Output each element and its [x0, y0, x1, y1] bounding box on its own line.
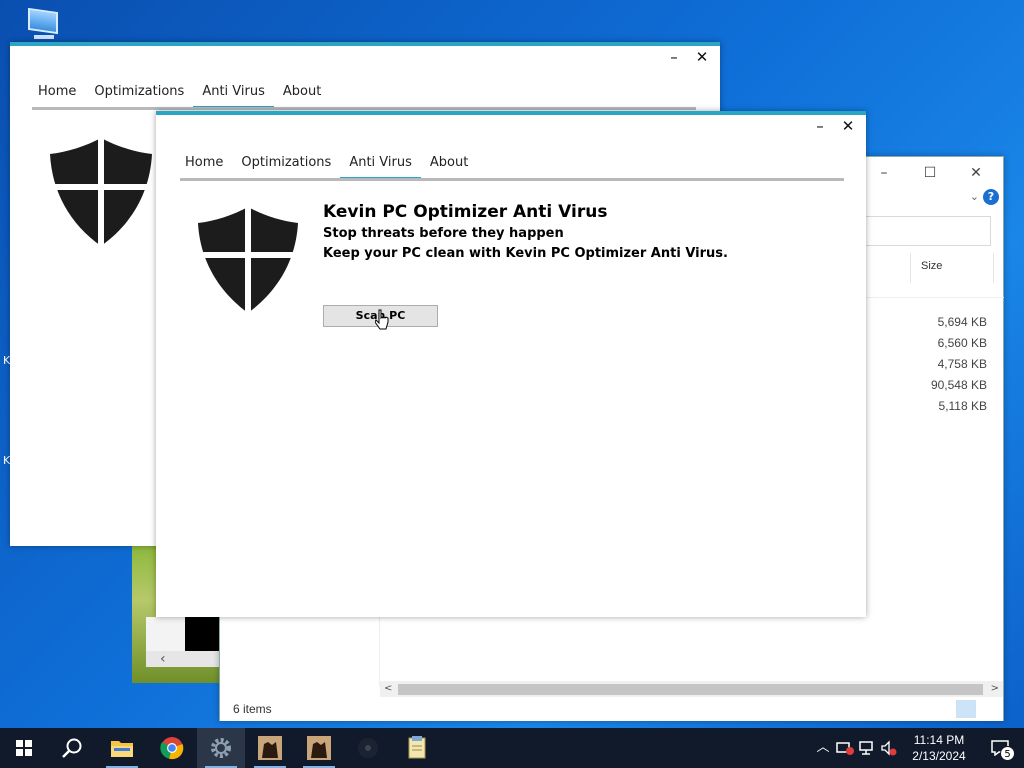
notepad-files-icon[interactable] [393, 728, 441, 768]
list-item[interactable]: 4,758 KB [931, 357, 987, 378]
mouse-cursor-icon [375, 309, 389, 330]
scroll-left-arrow-icon[interactable]: ‹ [146, 651, 220, 667]
column-header-size[interactable]: Size [910, 253, 994, 283]
list-item[interactable]: 90,548 KB [931, 378, 987, 399]
tab-optimizations[interactable]: Optimizations [85, 83, 193, 107]
network-icon[interactable] [856, 728, 878, 768]
file-size-list: 5,694 KB 6,560 KB 4,758 KB 90,548 KB 5,1… [931, 315, 987, 420]
horizontal-scrollbar[interactable]: < > [380, 681, 1003, 697]
tab-optimizations[interactable]: Optimizations [232, 154, 340, 178]
help-icon[interactable]: ? [983, 189, 999, 205]
pinned-app-icon[interactable] [295, 728, 343, 768]
image-thumbnail-panel: ‹ [146, 617, 220, 667]
minimize-button[interactable]: – [861, 159, 907, 187]
clock[interactable]: 11:14 PM 2/13/2024 [904, 732, 974, 764]
close-button[interactable]: ✕ [840, 117, 856, 135]
chevron-up-icon[interactable]: ︿ [812, 728, 834, 768]
tab-about[interactable]: About [274, 83, 330, 107]
file-explorer-icon[interactable] [98, 728, 146, 768]
navigation-pane [220, 617, 380, 687]
details-view-icon[interactable] [956, 700, 976, 718]
tagline: Keep your PC clean with Kevin PC Optimiz… [323, 246, 728, 261]
shield-icon [50, 138, 152, 246]
nav-divider [180, 178, 844, 181]
list-item[interactable]: 6,560 KB [931, 336, 987, 357]
minimize-button[interactable]: – [812, 117, 828, 135]
item-count: 6 items [233, 702, 272, 716]
status-bar: 6 items [220, 697, 1003, 721]
scroll-right-arrow-icon[interactable]: > [991, 681, 999, 697]
nav-divider [32, 107, 696, 110]
maximize-button[interactable]: ☐ [907, 159, 953, 187]
volume-muted-icon[interactable] [878, 728, 900, 768]
chevron-down-icon[interactable]: ⌄ [970, 190, 979, 203]
main-nav: Home Optimizations Anti Virus About [176, 154, 477, 180]
large-icons-view-icon[interactable] [979, 700, 999, 718]
pinned-app-icon[interactable] [246, 728, 294, 768]
settings-gear-icon[interactable] [197, 728, 245, 768]
header-divider [860, 297, 1004, 298]
antivirus-window[interactable]: – ✕ Home Optimizations Anti Virus About … [156, 111, 866, 617]
column-header-label: Size [921, 260, 943, 272]
search-input[interactable] [860, 216, 991, 246]
subtitle: Stop threats before they happen [323, 226, 564, 241]
clock-date: 2/13/2024 [912, 749, 966, 763]
scroll-left-arrow-icon[interactable]: < [384, 681, 392, 697]
clock-time: 11:14 PM [913, 733, 965, 747]
close-button[interactable]: ✕ [694, 48, 710, 66]
this-pc-desktop-icon[interactable] [26, 7, 60, 40]
chrome-icon[interactable] [148, 728, 196, 768]
minimize-button[interactable]: – [666, 48, 682, 66]
search-icon[interactable] [48, 728, 96, 768]
start-icon[interactable] [0, 728, 48, 768]
notification-badge: 5 [1000, 746, 1015, 761]
media-icon[interactable] [344, 728, 392, 768]
system-tray: ︿ [812, 728, 900, 768]
tab-anti-virus[interactable]: Anti Virus [340, 154, 421, 180]
tab-home[interactable]: Home [29, 83, 85, 107]
image-thumbnail[interactable] [185, 617, 219, 651]
list-item[interactable]: 5,694 KB [931, 315, 987, 336]
close-button[interactable]: ✕ [953, 159, 999, 187]
tab-about[interactable]: About [421, 154, 477, 178]
notification-center-icon[interactable]: 5 [980, 728, 1020, 768]
tab-home[interactable]: Home [176, 154, 232, 178]
taskbar: ︿ 11:14 PM 2/13/2024 5 [0, 728, 1024, 768]
shield-icon [198, 207, 298, 313]
list-item[interactable]: 5,118 KB [931, 399, 987, 420]
scrollbar-thumb[interactable] [398, 684, 983, 695]
tab-anti-virus[interactable]: Anti Virus [193, 83, 274, 109]
page-title: Kevin PC Optimizer Anti Virus [323, 202, 608, 222]
main-nav: Home Optimizations Anti Virus About [29, 83, 330, 109]
security-alert-icon[interactable] [834, 728, 856, 768]
